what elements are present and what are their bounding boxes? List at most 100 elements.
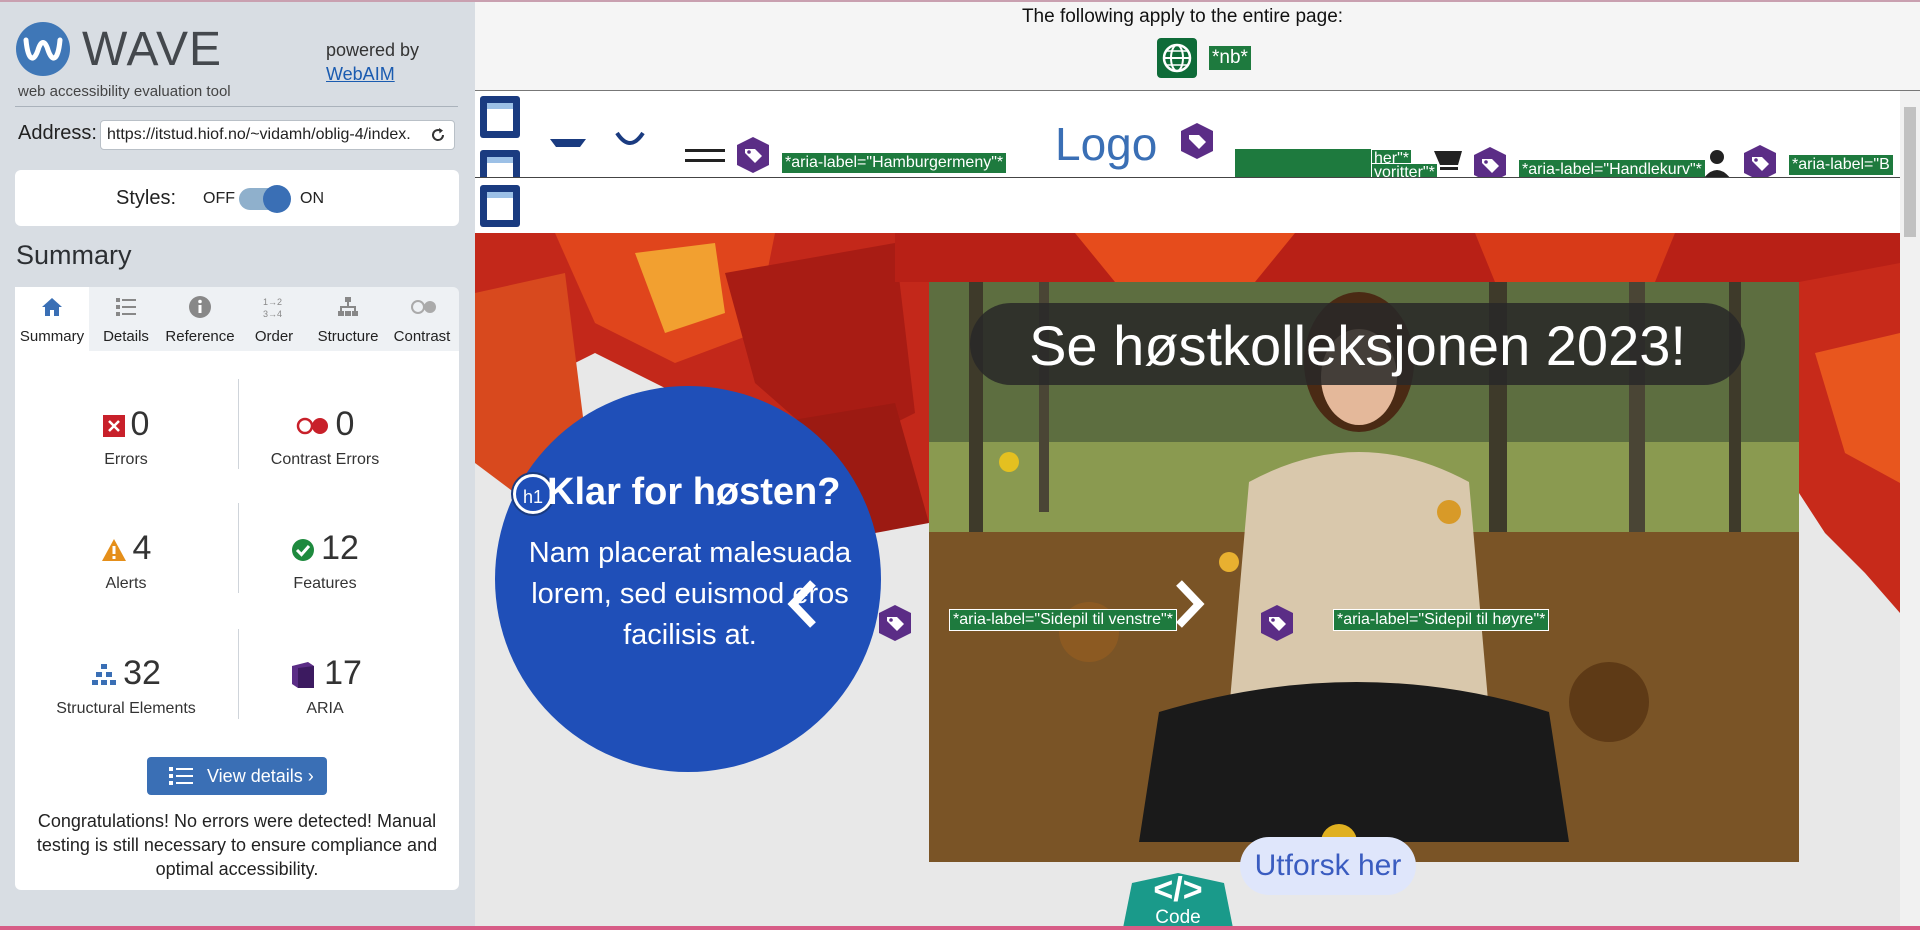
language-globe-icon[interactable]: [1157, 38, 1197, 78]
site-logo[interactable]: Logo: [1055, 117, 1157, 171]
tab-label: Summary: [19, 328, 85, 345]
wave-sidebar: WAVE web accessibility evaluation tool p…: [0, 2, 475, 926]
page-preview: The following apply to the entire page: …: [475, 2, 1920, 926]
list-icon: [169, 767, 193, 785]
aria-label-fav-2[interactable]: voritter"*: [1371, 163, 1438, 177]
tab-contrast[interactable]: Contrast: [385, 287, 459, 351]
aria-label-left-arrow[interactable]: *aria-label="Sidepil til venstre"*: [949, 609, 1177, 631]
styles-label: Styles:: [116, 187, 177, 209]
congrats-message: Congratulations! No errors were detected…: [36, 811, 438, 879]
styles-off-label: OFF: [203, 190, 235, 207]
address-value: https://itstud.hiof.no/~vidamh/oblig-4/i…: [107, 126, 411, 143]
tab-reference[interactable]: Reference: [163, 287, 237, 351]
tab-label: Order: [254, 328, 294, 345]
tab-order[interactable]: 1→2 3→4 Order: [237, 287, 311, 351]
chevron-right-icon[interactable]: [1175, 579, 1205, 629]
summary-heading: Summary: [16, 240, 132, 270]
structure-list-icon[interactable]: [479, 184, 521, 228]
tab-label: Contrast: [393, 328, 451, 345]
promo-heading: Klar for høsten?: [547, 471, 841, 513]
app-name: WAVE: [82, 23, 223, 76]
scrollbar-thumb[interactable]: [1904, 107, 1916, 237]
errors-count: 0: [130, 405, 150, 443]
address-label: Address:: [18, 122, 97, 144]
code-label: Code: [1155, 907, 1201, 926]
hamburger-icon[interactable]: [685, 149, 725, 165]
structure-list-icon[interactable]: [479, 149, 521, 179]
header-strip: [475, 178, 1900, 233]
feature-check-icon: [292, 539, 315, 562]
tab-details[interactable]: Details: [89, 287, 163, 351]
apply-text: The following apply to the entire page:: [1021, 6, 1344, 27]
code-symbol: </>: [1153, 871, 1203, 909]
address-input[interactable]: https://itstud.hiof.no/~vidamh/oblig-4/i…: [100, 120, 455, 150]
site-nav: *aria-label="Hamburgermeny"* Logo her"* …: [475, 91, 1900, 179]
panel-tabs: Summary Details Reference 1→2 3→4 Order S…: [15, 287, 459, 351]
contrast-icon: [411, 300, 436, 314]
tab-label: Details: [103, 328, 149, 345]
aria-label: ARIA: [306, 700, 344, 717]
structural-label: Structural Elements: [56, 700, 196, 717]
alerts-label: Alerts: [105, 575, 147, 592]
features-label: Features: [293, 575, 357, 592]
nav-icon-fragment: [615, 131, 645, 145]
view-details-button[interactable]: View details ›: [147, 757, 327, 795]
error-icon: [102, 415, 125, 438]
aria-label-tag-icon[interactable]: [1740, 143, 1780, 179]
errors-label: Errors: [104, 451, 148, 468]
aria-label-tag-icon[interactable]: [1177, 121, 1217, 161]
contrast-error-icon: [296, 417, 328, 435]
reload-icon[interactable]: [429, 126, 447, 144]
aria-label-hamburger[interactable]: *aria-label="Hamburgermeny"*: [781, 152, 1008, 174]
window-bottom-border: [0, 926, 1920, 930]
aria-label-right-arrow[interactable]: *aria-label="Sidepil til høyre"*: [1333, 609, 1550, 631]
svg-text:1→2: 1→2: [263, 297, 282, 307]
home-icon: [42, 298, 62, 316]
aria-label-tag-icon[interactable]: [875, 603, 915, 643]
styles-on-label: ON: [300, 190, 324, 207]
contrast-errors-label: Contrast Errors: [270, 451, 380, 468]
aria-count: 17: [324, 654, 362, 692]
view-details-label: View details ›: [207, 766, 314, 786]
tab-structure[interactable]: Structure: [311, 287, 385, 351]
styles-toggle[interactable]: [239, 185, 291, 213]
aria-label-handlekurv[interactable]: *aria-label="Handlekurv"*: [1518, 159, 1706, 177]
features-count: 12: [321, 529, 359, 567]
styles-toggle-card: Styles: OFF ON: [15, 170, 459, 226]
aria-label-b[interactable]: *aria-label="B: [1788, 154, 1894, 176]
vertical-scrollbar[interactable]: [1900, 91, 1920, 926]
aria-label-tag-icon[interactable]: [1470, 145, 1510, 179]
contrast-errors-count: 0: [335, 405, 355, 443]
tab-label: Reference: [165, 328, 235, 345]
powered-by-text: powered by: [326, 40, 420, 60]
code-toggle-button[interactable]: </> Code: [1122, 871, 1234, 926]
structure-list-icon[interactable]: [479, 95, 521, 139]
tab-label: Structure: [317, 328, 379, 345]
toggle-knob: [263, 185, 291, 213]
cart-icon[interactable]: [1432, 149, 1466, 179]
divider: [15, 106, 458, 107]
aria-label-tag-icon[interactable]: [1257, 603, 1297, 643]
explore-button[interactable]: Utforsk her: [1240, 837, 1416, 895]
app-subtitle: web accessibility evaluation tool: [18, 83, 231, 100]
search-field-feature[interactable]: [1235, 149, 1375, 177]
info-icon: [189, 296, 211, 318]
aria-icon: [292, 662, 315, 689]
webaim-link[interactable]: WebAIM: [326, 64, 395, 85]
hero-section: Se høstkolleksjonen 2023! h1 Klar for hø…: [475, 233, 1900, 926]
hero-title: Se høstkolleksjonen 2023!: [1029, 314, 1686, 377]
hero-title-pill: Se høstkolleksjonen 2023!: [970, 303, 1745, 385]
language-badge[interactable]: *nb*: [1209, 46, 1251, 70]
tab-summary[interactable]: Summary: [15, 287, 89, 351]
user-icon[interactable]: [1700, 149, 1734, 179]
page-wide-icons-area: The following apply to the entire page: …: [475, 2, 1920, 91]
list-icon: [116, 298, 136, 316]
nav-icon-fragment: [550, 139, 586, 147]
svg-text:3→4: 3→4: [263, 309, 282, 319]
wave-logo-icon: [23, 37, 63, 61]
alert-icon: [101, 539, 126, 562]
structure-icon: [92, 664, 117, 686]
structure-icon: [338, 297, 358, 316]
chevron-left-icon[interactable]: [787, 579, 817, 629]
aria-label-tag-icon[interactable]: [733, 135, 773, 175]
